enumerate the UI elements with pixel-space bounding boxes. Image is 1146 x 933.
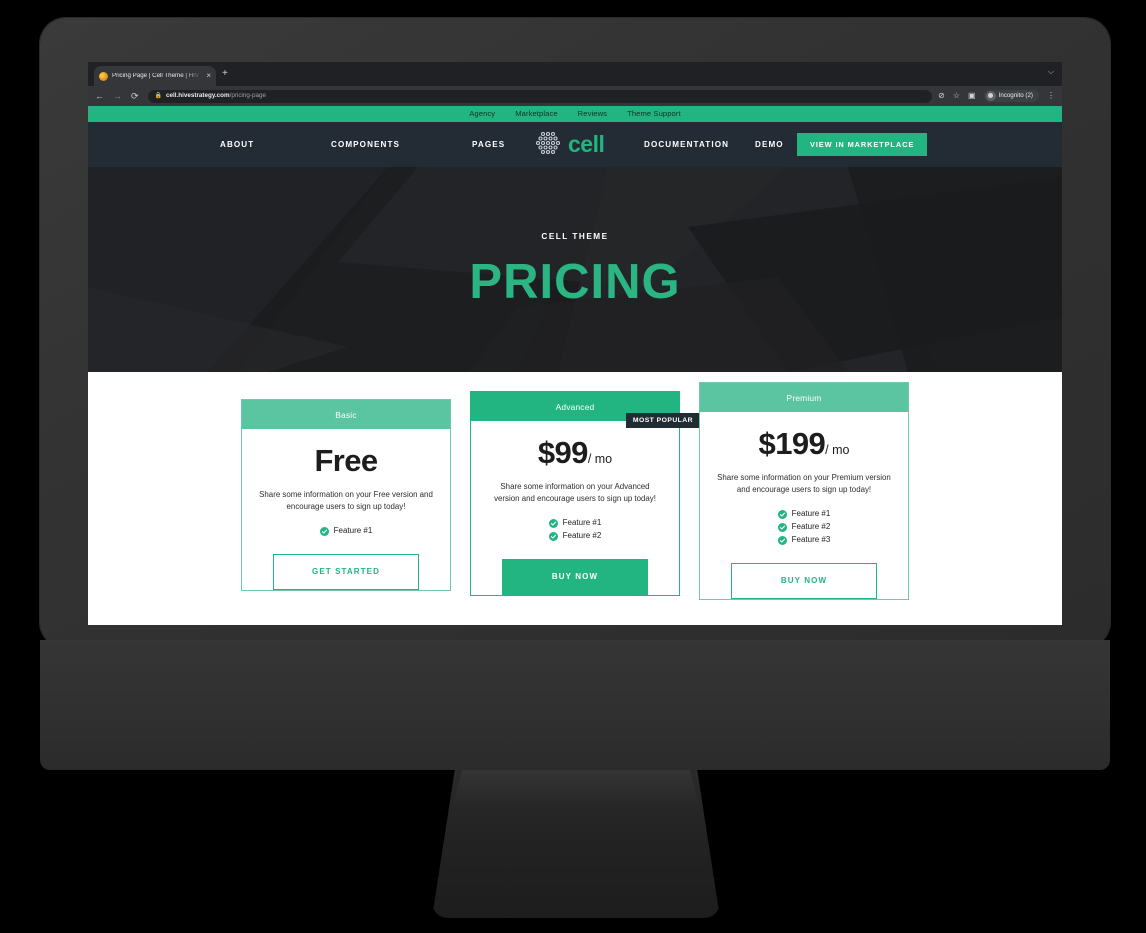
utility-link-theme-support[interactable]: Theme Support: [627, 110, 681, 118]
pricing-card-premium: Premium $199/ mo Share some information …: [699, 382, 909, 600]
incognito-profile-button[interactable]: Incognito (2): [983, 90, 1039, 102]
url-path: /pricing-page: [229, 91, 267, 99]
plan-description: Share some information on your Free vers…: [259, 490, 433, 512]
monitor-stand-highlight: [452, 770, 700, 810]
browser-toolbar: ← → ⟳ 🔒 cell.hivestrategy.com/pricing-pa…: [88, 86, 1062, 106]
nav-item-pages[interactable]: PAGES: [472, 140, 505, 149]
get-started-button[interactable]: GET STARTED: [273, 553, 419, 590]
nav-item-demo[interactable]: DEMO: [755, 140, 784, 149]
cta-label: GET STARTED: [312, 567, 380, 576]
menu-icon[interactable]: ⋮: [1047, 92, 1055, 100]
feature-item: Feature #1: [548, 518, 602, 528]
lock-icon: 🔒: [154, 93, 163, 99]
card-header-premium: Premium: [700, 383, 908, 412]
feature-item: Feature #1: [319, 526, 373, 536]
feature-item: Feature #2: [777, 522, 831, 532]
pricing-cards: Basic Free Share some information on you…: [88, 382, 1062, 600]
utility-link-reviews[interactable]: Reviews: [578, 110, 607, 118]
pricing-card-basic: Basic Free Share some information on you…: [241, 399, 451, 591]
price-amount: $199: [758, 426, 826, 461]
check-circle-icon: [319, 526, 329, 536]
feature-label: Feature #1: [791, 509, 831, 518]
feature-list-basic: Feature #1: [319, 526, 373, 540]
browser-tab[interactable]: Pricing Page | Cell Theme | HIV ×: [94, 66, 216, 86]
browser-tab-strip: Pricing Page | Cell Theme | HIV × + ⌵: [88, 62, 1062, 86]
feature-label: Feature #1: [333, 526, 373, 535]
feature-label: Feature #2: [791, 522, 831, 531]
price-period: / mo: [825, 443, 850, 457]
utility-bar: Agency Marketplace Reviews Theme Support: [88, 106, 1062, 122]
close-icon[interactable]: ×: [206, 72, 211, 80]
feature-list-premium: Feature #1 Feature #2 Feature #3: [777, 509, 831, 549]
nav-item-about[interactable]: ABOUT: [220, 140, 254, 149]
buy-now-button-advanced[interactable]: BUY NOW: [502, 558, 648, 595]
side-panel-icon[interactable]: ▣: [968, 92, 976, 100]
nav-item-documentation[interactable]: DOCUMENTATION: [644, 140, 729, 149]
reload-icon[interactable]: ⟳: [131, 91, 139, 101]
hero-eyebrow: CELL THEME: [541, 232, 609, 241]
url-text: cell.hivestrategy.com/pricing-page: [166, 91, 267, 99]
screen: Pricing Page | Cell Theme | HIV × + ⌵ ← …: [88, 62, 1062, 625]
price-amount: Free: [314, 443, 378, 478]
brand-logo-link[interactable]: cell: [532, 130, 605, 160]
view-in-marketplace-button[interactable]: VIEW IN MARKETPLACE: [797, 133, 928, 156]
card-header-basic: Basic: [242, 400, 450, 429]
plan-description: Share some information on your Advanced …: [494, 482, 656, 504]
new-tab-button[interactable]: +: [222, 69, 228, 79]
favicon-icon: [99, 71, 108, 81]
price-period: / mo: [587, 452, 613, 466]
check-circle-icon: [777, 522, 787, 532]
cta-label: BUY NOW: [551, 572, 599, 581]
feature-list-advanced: Feature #1 Feature #2: [548, 518, 602, 545]
bookmark-star-icon[interactable]: ☆: [953, 92, 960, 100]
plan-name: Basic: [335, 409, 357, 420]
url-domain: cell.hivestrategy.com: [166, 91, 230, 99]
plan-price: $199/ mo: [717, 428, 891, 459]
forward-icon[interactable]: →: [113, 91, 122, 101]
plan-price: Free: [259, 445, 433, 476]
monitor-chin: [40, 640, 1110, 770]
brand-wordmark: cell: [568, 131, 605, 157]
utility-link-agency[interactable]: Agency: [469, 110, 495, 118]
back-icon[interactable]: ←: [95, 91, 104, 101]
hero-section: CELL THEME PRICING: [88, 167, 1062, 372]
incognito-label: Incognito (2): [998, 91, 1033, 99]
check-circle-icon: [548, 518, 558, 528]
price-amount: $99: [537, 435, 589, 470]
most-popular-badge: MOST POPULAR: [625, 413, 700, 428]
check-circle-icon: [777, 509, 787, 519]
card-body-premium: $199/ mo Share some information on your …: [700, 412, 908, 599]
check-circle-icon: [548, 531, 558, 541]
card-body-basic: Free Share some information on your Free…: [242, 429, 450, 590]
nav-item-components[interactable]: COMPONENTS: [331, 140, 400, 149]
buy-now-button-premium[interactable]: BUY NOW: [731, 562, 877, 599]
feature-label: Feature #1: [562, 518, 602, 527]
main-navigation: ABOUT COMPONENTS PAGES cell DOCUMENTATIO…: [88, 122, 1062, 167]
pricing-card-advanced: Advanced MOST POPULAR $99/ mo Share some…: [470, 391, 700, 596]
address-bar[interactable]: 🔒 cell.hivestrategy.com/pricing-page: [147, 89, 933, 103]
feature-label: Feature #3: [791, 535, 831, 544]
feature-item: Feature #2: [548, 531, 602, 541]
toolbar-actions: ⊘ ☆ ▣ Incognito (2) ⋮: [938, 90, 1055, 102]
plan-name: Advanced: [555, 401, 595, 412]
pricing-section: Basic Free Share some information on you…: [88, 372, 1062, 625]
chevron-down-icon[interactable]: ⌵: [1048, 68, 1054, 76]
check-circle-icon: [777, 535, 787, 545]
feature-item: Feature #1: [777, 509, 831, 519]
plan-name: Premium: [786, 392, 822, 403]
page-title: PRICING: [469, 255, 681, 309]
utility-link-marketplace[interactable]: Marketplace: [515, 110, 557, 118]
plan-description: Share some information on your Premium v…: [717, 473, 891, 495]
extension-icon[interactable]: ⊘: [938, 92, 945, 100]
cell-honeycomb-logo-icon: [535, 131, 561, 154]
card-body-advanced: $99/ mo Share some information on your A…: [471, 421, 679, 595]
feature-item: Feature #3: [777, 535, 831, 545]
feature-label: Feature #2: [562, 531, 602, 540]
cta-label: BUY NOW: [780, 576, 828, 585]
plan-price: $99/ mo: [488, 437, 662, 468]
avatar: [985, 91, 996, 101]
tab-title: Pricing Page | Cell Theme | HIV: [112, 72, 200, 79]
